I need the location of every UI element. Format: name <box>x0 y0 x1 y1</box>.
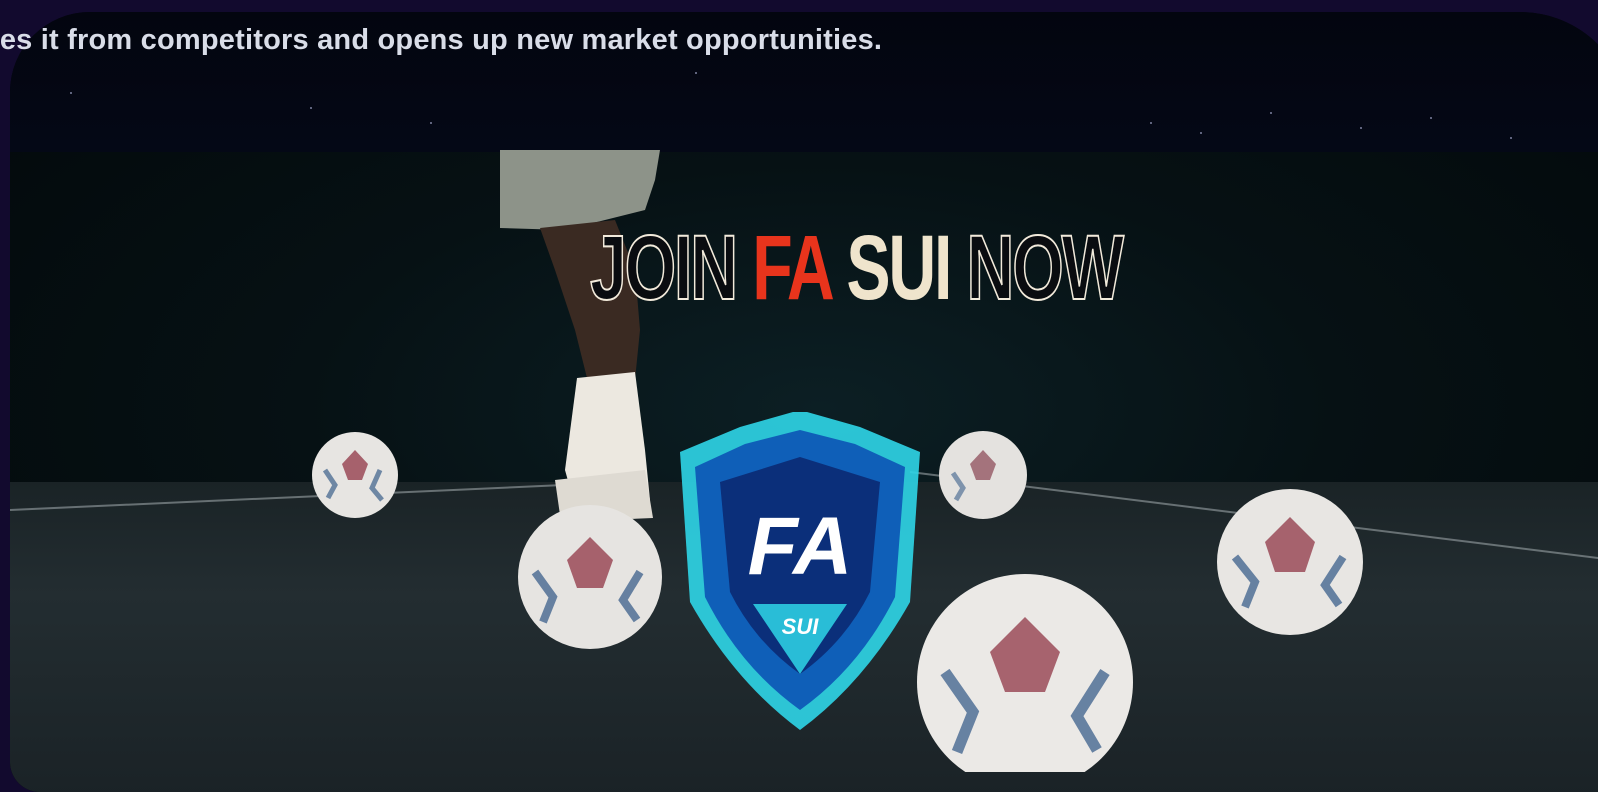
soccer-ball-icon <box>518 505 662 649</box>
logo-sub-text: SUI <box>782 614 820 639</box>
headline-now: NOW <box>966 217 1125 319</box>
hero-video-frame: JOIN FA SUI NOW FA SUI <box>10 12 1598 792</box>
join-headline: JOIN FA SUI NOW <box>589 221 1125 315</box>
soccer-ball-icon <box>312 432 398 518</box>
headline-fa: FA <box>752 217 832 319</box>
hero-tagline: tes it from competitors and opens up new… <box>0 24 883 56</box>
headline-sui: SUI <box>830 217 967 319</box>
soccer-ball-icon <box>917 574 1133 772</box>
logo-main-text: FA <box>748 501 853 592</box>
soccer-ball-icon <box>1217 489 1363 635</box>
soccer-ball-icon <box>939 431 1027 519</box>
fa-sui-logo: FA SUI <box>680 412 920 730</box>
headline-join: JOIN <box>589 217 753 319</box>
